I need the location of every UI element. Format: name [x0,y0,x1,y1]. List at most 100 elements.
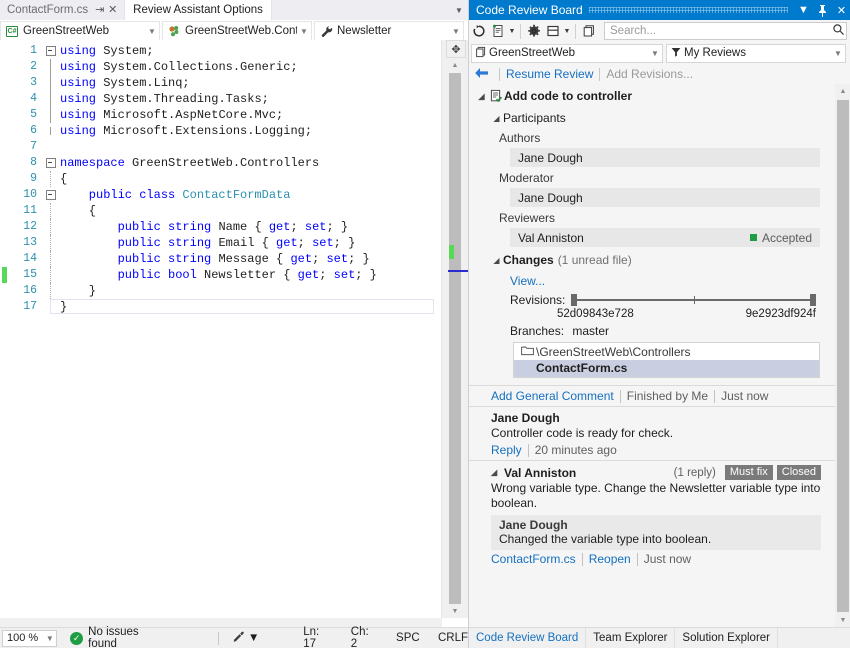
comment-item[interactable]: Jane Dough Controller code is ready for … [469,406,835,460]
zoom-level-dropdown[interactable]: 100 % ▼ [2,629,58,647]
chevron-down-icon[interactable]: ▼ [449,27,463,36]
triangle-expanded-icon[interactable]: ◢ [491,468,504,477]
comment-file-link[interactable]: ContactForm.cs [491,552,576,566]
pin-icon[interactable]: ⇥ [93,4,106,17]
close-icon[interactable]: ✕ [106,4,119,17]
layout-icon[interactable] [543,21,562,41]
code-line[interactable]: 13 public string Email { get; set; } [0,235,442,251]
new-review-icon[interactable] [488,21,507,41]
code-line[interactable]: 17} [0,299,442,315]
chevron-down-icon[interactable]: ▼ [648,49,662,58]
tab-solution-explorer[interactable]: Solution Explorer [675,628,778,648]
search-input[interactable] [605,24,830,38]
participants-section-header[interactable]: ◢ Participants [469,109,835,127]
slider-handle-start[interactable] [571,294,578,306]
code-line[interactable]: 8 namespace GreenStreetWeb.Controllers [0,155,442,171]
window-menu-chevron-icon[interactable]: ▼ [794,0,813,20]
review-scroll-pane[interactable]: ◢ Add code to controller ◢ Participants [469,84,835,628]
view-link[interactable]: View... [510,274,545,288]
code-line[interactable]: 14 public string Message { get; set; } [0,251,442,267]
code-line[interactable]: 4 using System.Threading.Tasks; [0,91,442,107]
moderator-row[interactable]: Jane Dough [510,188,820,207]
fold-collapse-icon[interactable] [44,46,57,56]
code-line[interactable]: 6 using Microsoft.Extensions.Logging; [0,123,442,139]
slider-handle-end[interactable] [810,294,816,306]
add-general-comment-link[interactable]: Add General Comment [491,389,614,403]
add-revisions-link[interactable]: Add Revisions... [606,67,693,81]
chevron-down-icon[interactable]: ▼ [562,28,572,35]
code-line[interactable]: 5 using Microsoft.AspNetCore.Mvc; [0,107,442,123]
code-surface[interactable]: 1 using System; 2 using System.Collections.… [0,40,442,618]
triangle-expanded-icon[interactable]: ◢ [490,256,503,265]
comment-item[interactable]: ◢ Val Anniston (1 reply) Must fix Closed… [469,460,835,566]
comment-reply[interactable]: Jane Dough Changed the variable type int… [491,515,821,550]
author-row[interactable]: Jane Dough [510,148,820,167]
document-tab-review-assistant-options[interactable]: Review Assistant Options [125,0,272,20]
code-editor[interactable]: 1 using System; 2 using System.Collections.… [0,40,468,628]
code-line[interactable]: 2 using System.Collections.Generic; [0,59,442,75]
scrollbar-thumb[interactable] [449,73,461,604]
search-box[interactable] [604,22,847,40]
pin-icon[interactable] [813,0,832,20]
triangle-down-icon[interactable]: ▼ [447,604,463,618]
chevron-down-icon[interactable]: ▼ [450,0,468,20]
fold-collapse-icon[interactable] [44,190,57,200]
back-arrow-icon[interactable] [469,66,493,82]
code-line[interactable]: 15 public bool Newsletter { get; set; } [0,267,442,283]
review-vertical-scrollbar[interactable]: ▲ ▼ [835,84,850,628]
chevron-down-icon[interactable]: ▼ [248,632,259,644]
comment-tag-closed[interactable]: Closed [776,465,821,480]
drag-grip[interactable] [588,7,788,13]
project-filter-dropdown[interactable]: GreenStreetWeb ▼ [471,43,663,63]
code-line[interactable]: 16 } [0,283,442,299]
triangle-up-icon[interactable]: ▲ [835,84,850,99]
search-icon[interactable] [830,23,846,39]
refresh-icon[interactable] [469,21,488,41]
copy-icon[interactable] [579,21,598,41]
revisions-slider-row[interactable]: Revisions: [469,292,835,308]
reply-link[interactable]: Reply [491,443,522,457]
triangle-up-icon[interactable]: ▲ [447,58,463,72]
chevron-down-icon[interactable]: ▼ [507,28,517,35]
scrollbar-thumb[interactable] [837,100,849,612]
reviewer-row[interactable]: Val Anniston Accepted [510,228,820,247]
triangle-expanded-icon[interactable]: ◢ [490,114,503,123]
file-item-contactform[interactable]: ContactForm.cs [514,360,819,377]
changes-section-header[interactable]: ◢ Changes (1 unread file) [469,251,835,269]
file-folder-row[interactable]: \GreenStreetWeb\Controllers [514,343,819,360]
navbar-type-dropdown[interactable]: GreenStreetWeb.Control ▼ [162,21,312,41]
finished-by-me-label[interactable]: Finished by Me [627,389,708,403]
fold-collapse-icon[interactable] [44,158,57,168]
review-title-row[interactable]: ◢ Add code to controller [469,87,835,105]
triangle-expanded-icon[interactable]: ◢ [475,92,488,101]
code-line[interactable]: 7 [0,139,442,155]
code-line[interactable]: 10 public class ContactFormData [0,187,442,203]
triangle-down-icon[interactable]: ▼ [835,613,850,628]
split-view-icon[interactable]: ✥ [446,40,466,58]
resume-review-link[interactable]: Resume Review [506,67,593,81]
close-icon[interactable]: ✕ [832,0,850,20]
comment-tag-must-fix[interactable]: Must fix [724,465,773,480]
scrollbar-track[interactable] [447,73,468,604]
navbar-project-dropdown[interactable]: C# GreenStreetWeb ▼ [0,21,160,41]
brush-icon[interactable] [232,630,245,646]
chevron-down-icon[interactable]: ▼ [297,27,311,36]
tab-code-review-board[interactable]: Code Review Board [469,628,587,648]
gear-icon[interactable] [524,21,543,41]
chevron-down-icon[interactable]: ▼ [43,634,56,643]
editor-vertical-scrollbar[interactable]: ✥ ▲ ▼ [441,40,468,618]
code-line[interactable]: 9{ [0,171,442,187]
chevron-down-icon[interactable]: ▼ [831,49,845,58]
scope-filter-dropdown[interactable]: My Reviews ▼ [666,43,846,63]
chevron-down-icon[interactable]: ▼ [145,27,159,36]
reopen-link[interactable]: Reopen [589,552,631,566]
revisions-slider[interactable] [571,294,816,306]
document-tab-contactform[interactable]: ContactForm.cs ⇥ ✕ [0,0,126,20]
code-line[interactable]: 3 using System.Linq; [0,75,442,91]
changed-files-list[interactable]: \GreenStreetWeb\Controllers ContactForm.… [513,342,820,378]
navbar-member-dropdown[interactable]: Newsletter ▼ [314,21,464,41]
code-line[interactable]: 1 using System; [0,43,442,59]
code-line[interactable]: 12 public string Name { get; set; } [0,219,442,235]
code-line[interactable]: 11 { [0,203,442,219]
tab-team-explorer[interactable]: Team Explorer [586,628,676,648]
